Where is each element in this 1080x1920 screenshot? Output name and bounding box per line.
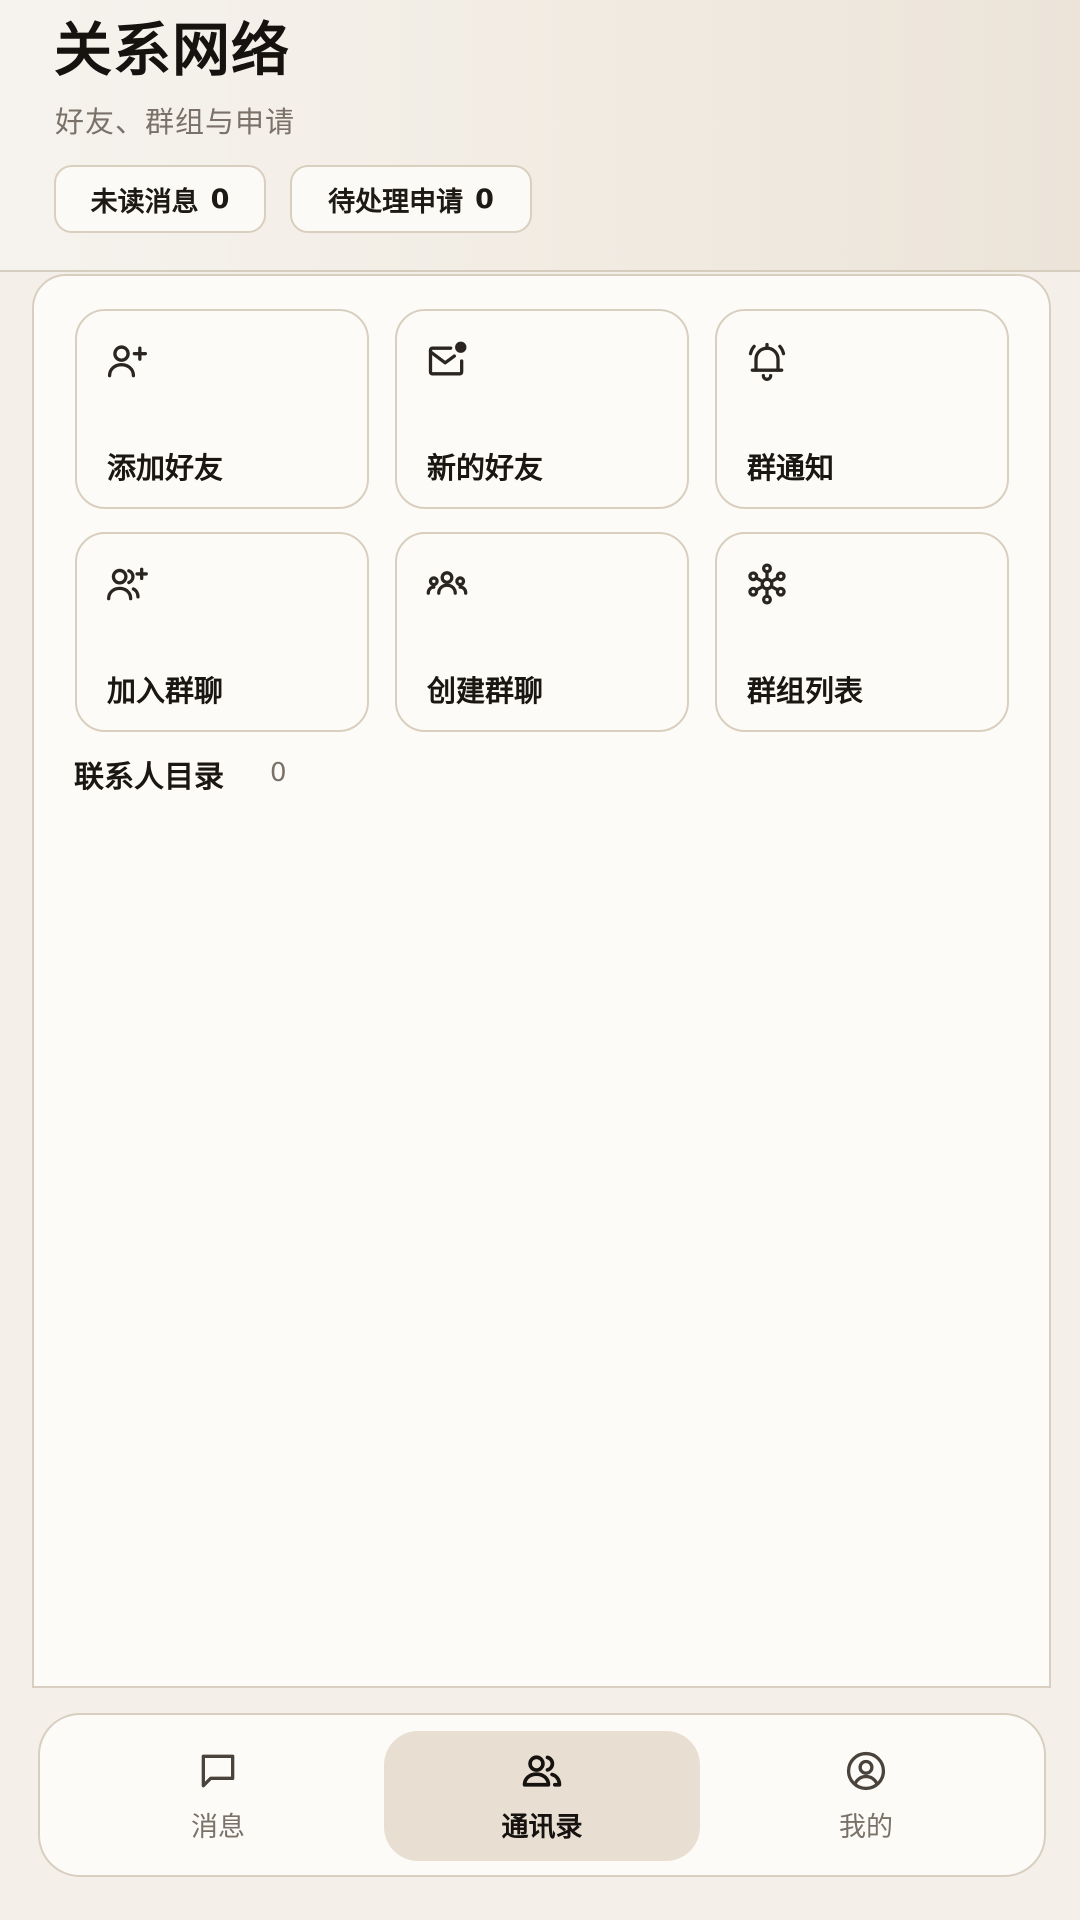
unread-messages-label: 未读消息 <box>90 186 199 218</box>
nav-tab-profile-label: 我的 <box>839 1811 893 1843</box>
profile-icon <box>844 1749 888 1793</box>
mail-notification-icon <box>425 339 469 383</box>
join-group-tile[interactable]: 加入群聊 <box>75 532 369 732</box>
group-notifications-tile[interactable]: 群通知 <box>715 309 1009 509</box>
add-friend-label: 添加好友 <box>107 451 224 485</box>
unread-messages-chip[interactable]: 未读消息 0 <box>54 165 266 233</box>
nav-tab-contacts[interactable]: 通讯录 <box>384 1731 700 1861</box>
nav-tab-messages-label: 消息 <box>191 1811 245 1843</box>
user-plus-icon <box>105 339 149 383</box>
page-title: 关系网络 <box>54 16 291 84</box>
create-group-label: 创建群聊 <box>427 674 544 708</box>
group-list-label: 群组列表 <box>747 674 864 708</box>
pending-requests-chip[interactable]: 待处理申请 0 <box>290 165 532 233</box>
bell-ringing-icon <box>745 339 789 383</box>
users-plus-icon <box>105 562 149 606</box>
unread-messages-count: 0 <box>210 183 230 215</box>
nav-tab-contacts-label: 通讯录 <box>501 1811 583 1843</box>
contacts-icon <box>520 1749 564 1793</box>
pending-requests-count: 0 <box>475 183 494 215</box>
network-nodes-icon <box>745 562 789 606</box>
app-root: 关系网络 好友、群组与申请 未读消息 0 待处理申请 0 添加好友 新的好友 群… <box>0 0 1080 1920</box>
add-friend-tile[interactable]: 添加好友 <box>75 309 369 509</box>
chat-bubble-icon <box>196 1749 240 1793</box>
new-friends-tile[interactable]: 新的好友 <box>395 309 689 509</box>
contact-directory-count: 0 <box>270 758 287 788</box>
group-notifications-label: 群通知 <box>747 451 835 485</box>
nav-tab-profile[interactable]: 我的 <box>708 1731 1024 1861</box>
group-icon <box>425 562 469 606</box>
bottom-nav: 消息 通讯录 我的 <box>38 1713 1046 1877</box>
join-group-label: 加入群聊 <box>107 674 224 708</box>
page-subtitle: 好友、群组与申请 <box>55 105 296 139</box>
new-friends-label: 新的好友 <box>427 451 544 485</box>
pending-requests-label: 待处理申请 <box>328 186 464 218</box>
group-list-tile[interactable]: 群组列表 <box>715 532 1009 732</box>
contact-directory-title: 联系人目录 <box>74 760 224 795</box>
header: 关系网络 好友、群组与申请 未读消息 0 待处理申请 0 <box>0 0 1080 272</box>
create-group-tile[interactable]: 创建群聊 <box>395 532 689 732</box>
nav-tab-messages[interactable]: 消息 <box>60 1731 376 1861</box>
